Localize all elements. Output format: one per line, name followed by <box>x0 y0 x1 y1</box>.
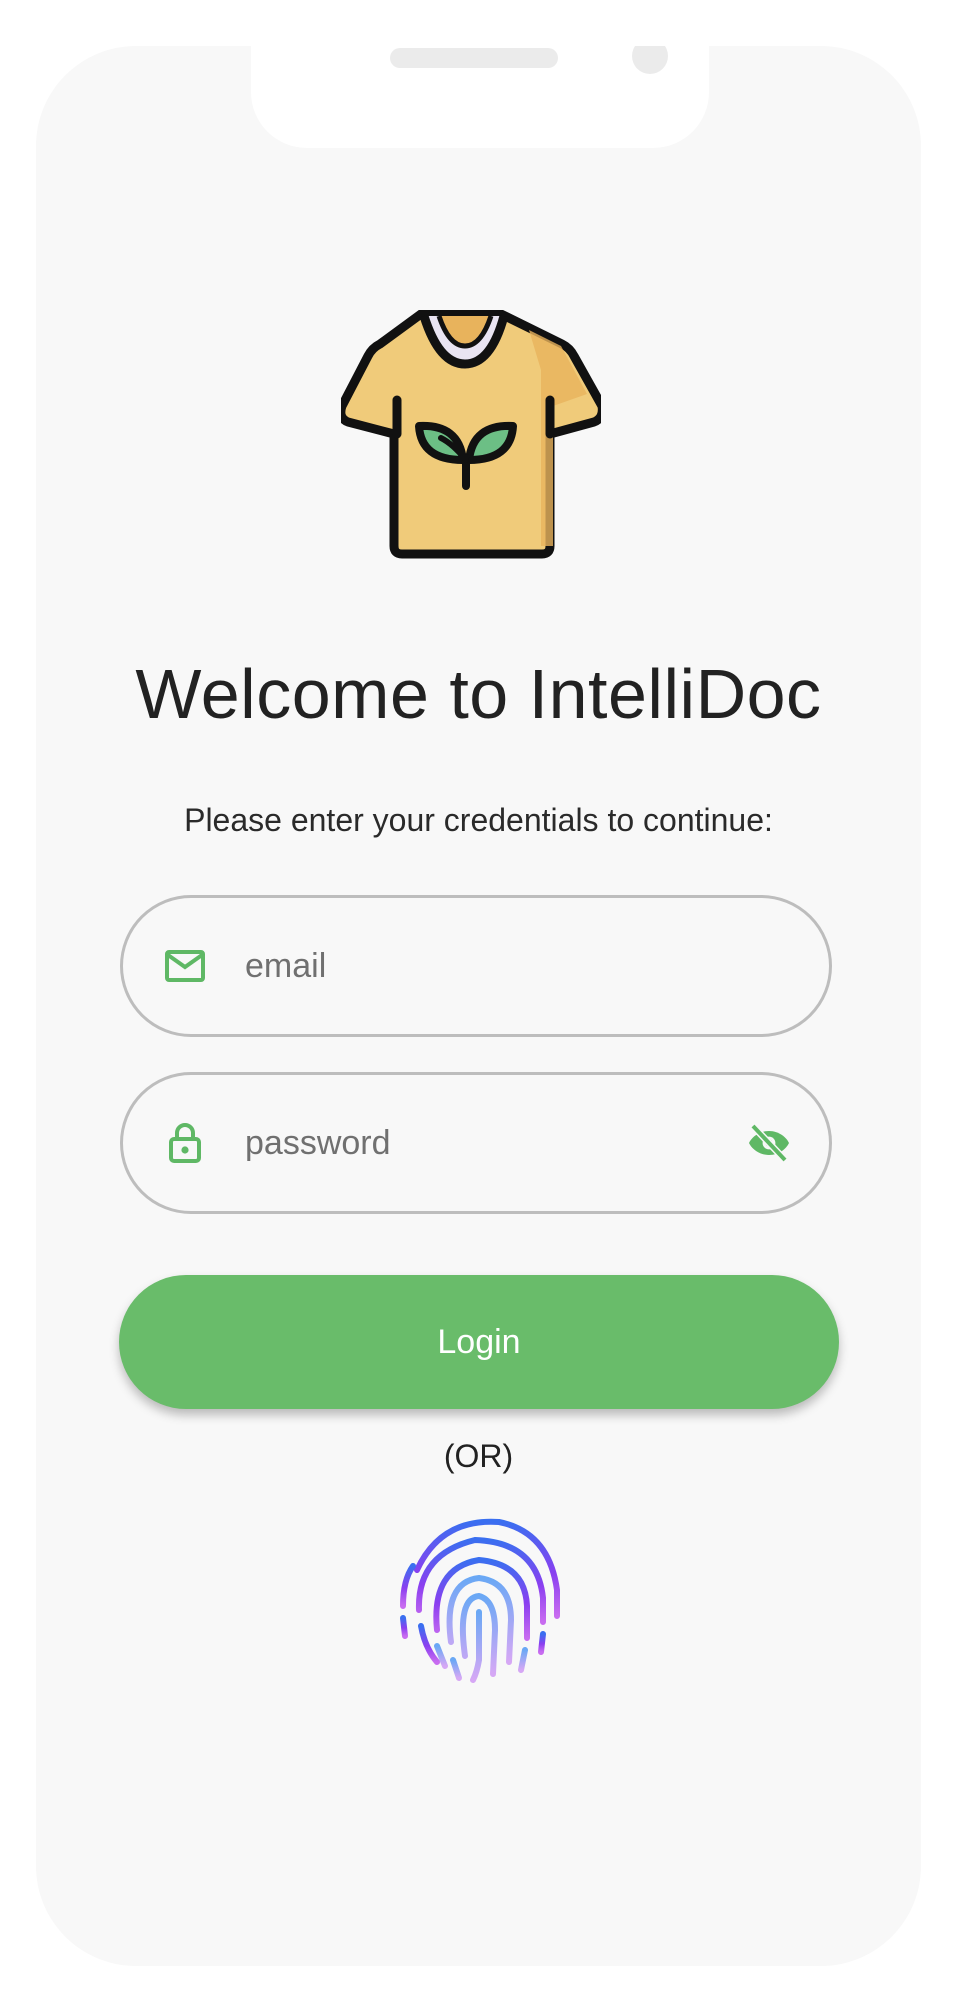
fingerprint-icon[interactable] <box>389 1510 569 1690</box>
email-input[interactable] <box>245 898 745 1034</box>
front-camera <box>632 46 668 74</box>
or-divider-label: (OR) <box>443 1438 514 1474</box>
eco-tshirt-icon <box>341 310 601 559</box>
speaker-grille <box>390 48 558 68</box>
lock-icon <box>169 1123 201 1163</box>
page-title: Welcome to IntelliDoc <box>135 655 822 733</box>
eye-off-icon[interactable] <box>745 1119 793 1167</box>
phone-frame: Welcome to IntelliDoc Please enter your … <box>36 46 921 1966</box>
login-button[interactable]: Login <box>119 1275 839 1409</box>
password-input[interactable] <box>245 1075 745 1211</box>
page-subtitle: Please enter your credentials to continu… <box>184 802 773 838</box>
email-field[interactable] <box>120 895 832 1037</box>
password-field[interactable] <box>120 1072 832 1214</box>
mail-icon <box>165 950 205 982</box>
phone-notch <box>251 46 709 148</box>
